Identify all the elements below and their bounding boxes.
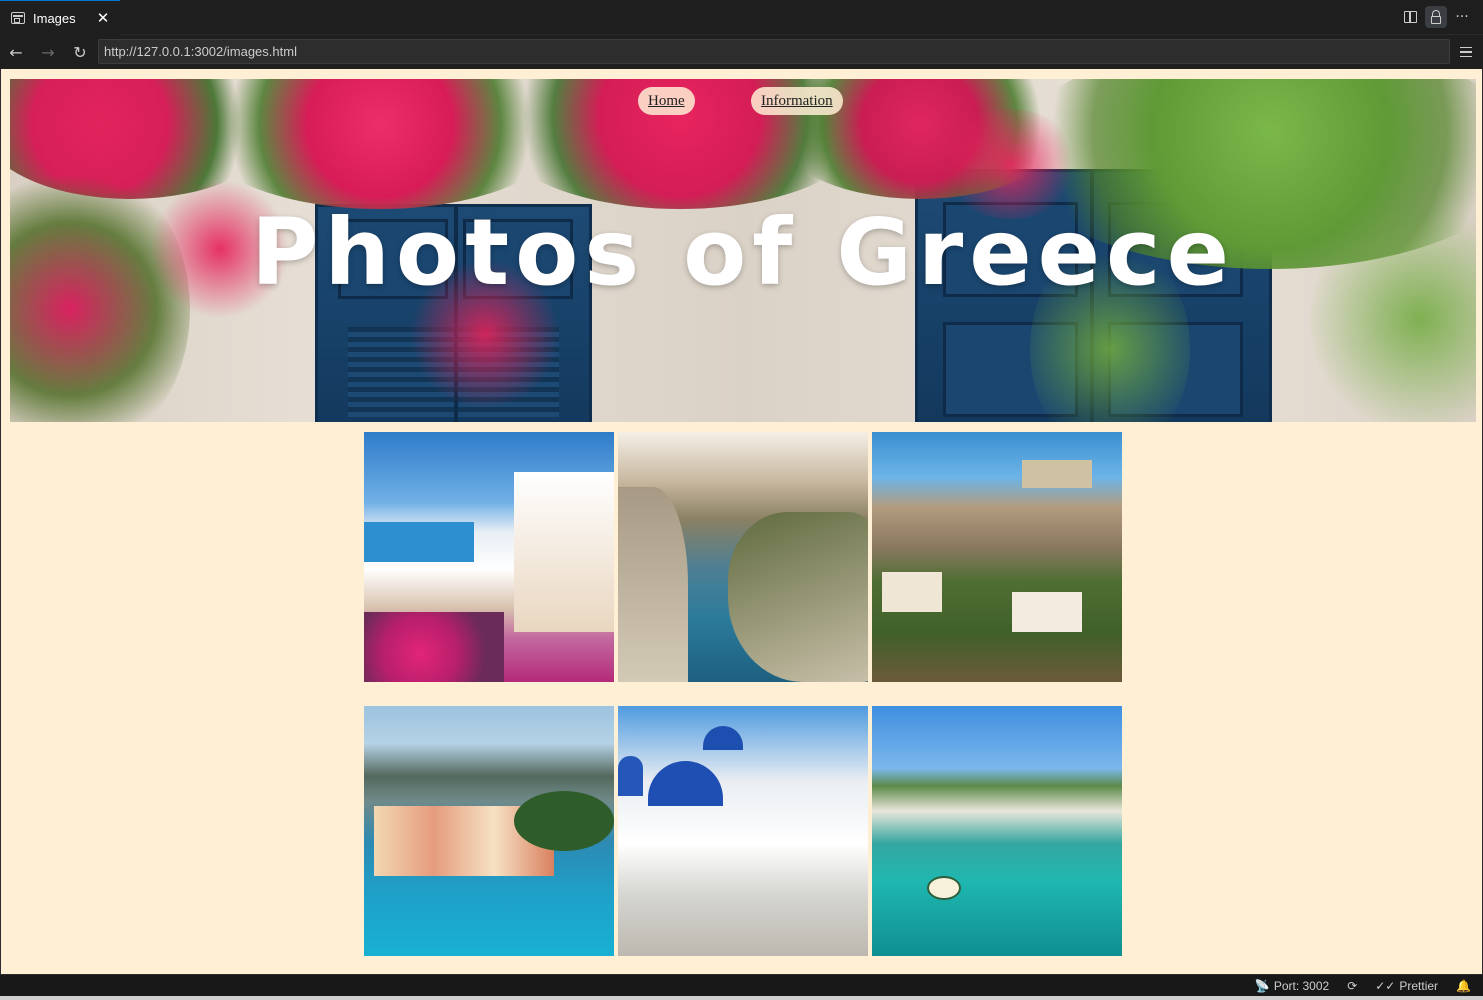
more-icon: ··· <box>1455 9 1469 25</box>
tab-images[interactable]: Images ✕ <box>0 0 120 35</box>
nav-link-home[interactable]: Home <box>638 87 695 115</box>
notifications-button[interactable]: 🔔 <box>1456 979 1471 993</box>
menu-icon <box>1460 46 1472 49</box>
forward-button[interactable]: → <box>32 35 64 69</box>
port-status[interactable]: 📡 Port: 3002 <box>1255 979 1329 993</box>
preview-icon <box>11 12 25 24</box>
prettier-status[interactable]: ✓✓ Prettier <box>1375 979 1438 993</box>
lock-icon <box>1431 9 1441 24</box>
photo-navagio-bay[interactable] <box>618 432 868 682</box>
arrow-right-icon: → <box>41 42 55 62</box>
tab-bar: Images ✕ ··· <box>0 0 1483 35</box>
port-label: Port: 3002 <box>1273 978 1330 993</box>
sync-icon: ⟳ <box>1347 978 1358 993</box>
double-check-icon: ✓✓ <box>1375 978 1396 993</box>
photo-acropolis[interactable] <box>872 432 1122 682</box>
arrow-left-icon: ← <box>9 42 23 62</box>
split-editor-icon <box>1403 11 1417 23</box>
more-actions-button[interactable]: ··· <box>1451 6 1473 28</box>
reload-icon: ↻ <box>73 42 87 62</box>
status-bar: 📡 Port: 3002 ⟳ ✓✓ Prettier 🔔 <box>0 974 1483 996</box>
hero-banner: Home Information Photos of Greece <box>10 79 1476 422</box>
photo-assos-kefalonia[interactable] <box>364 706 614 956</box>
tab-label: Images <box>33 10 76 26</box>
page-viewport: Home Information Photos of Greece <box>0 69 1483 974</box>
photo-turquoise-harbor[interactable] <box>872 706 1122 956</box>
menu-button[interactable] <box>1457 43 1475 61</box>
broadcast-icon: 📡 <box>1254 978 1270 993</box>
lock-editor-button[interactable] <box>1425 6 1447 28</box>
reload-button[interactable]: ↻ <box>64 35 96 69</box>
back-button[interactable]: ← <box>0 35 32 69</box>
live-share-status[interactable]: ⟳ <box>1347 979 1357 993</box>
url-input[interactable]: http://127.0.0.1:3002/images.html <box>98 39 1450 64</box>
close-icon[interactable]: ✕ <box>94 9 112 27</box>
prettier-label: Prettier <box>1399 978 1439 993</box>
photo-oia-blue-dome[interactable] <box>618 706 868 956</box>
page-title: Photos of Greece <box>251 199 1235 306</box>
photo-santorini-village[interactable] <box>364 432 614 682</box>
browser-toolbar: ← → ↻ http://127.0.0.1:3002/images.html <box>0 35 1483 69</box>
bell-icon: 🔔 <box>1456 978 1471 993</box>
split-editor-button[interactable] <box>1399 6 1421 28</box>
nav-link-information[interactable]: Information <box>751 87 843 115</box>
editor-actions: ··· <box>1399 6 1473 28</box>
window-border <box>0 996 1483 1000</box>
